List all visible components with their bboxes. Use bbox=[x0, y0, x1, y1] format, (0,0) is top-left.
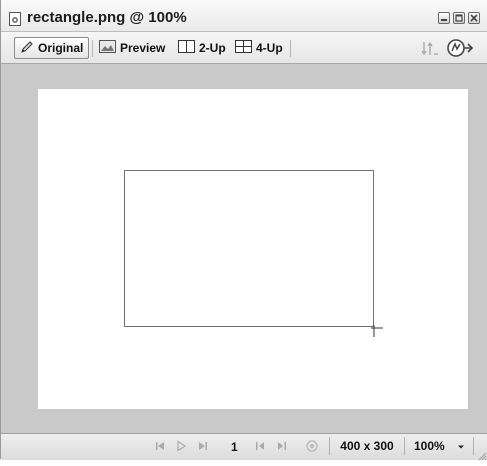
document-canvas[interactable] bbox=[38, 89, 468, 409]
previous-frame-icon[interactable] bbox=[253, 439, 267, 453]
two-up-icon bbox=[178, 40, 195, 56]
image-dimensions: 400 x 300 bbox=[329, 437, 405, 455]
tab-label: 4-Up bbox=[256, 41, 283, 55]
title-bar[interactable]: rectangle.png @ 100% bbox=[1, 0, 487, 32]
zoom-value: 100% bbox=[414, 439, 445, 453]
tab-original[interactable]: Original bbox=[14, 37, 90, 59]
pencil-icon bbox=[20, 40, 34, 57]
tab-label: Original bbox=[38, 41, 84, 55]
maximize-button[interactable] bbox=[453, 12, 465, 24]
canvas-area[interactable] bbox=[1, 64, 487, 433]
next-frame-icon[interactable] bbox=[275, 439, 289, 453]
first-frame-icon[interactable] bbox=[153, 439, 167, 453]
four-up-icon bbox=[235, 40, 252, 56]
view-toolbar: Original Preview 2-Up 4-Up bbox=[1, 32, 487, 64]
tab-2-up[interactable]: 2-Up bbox=[178, 37, 226, 59]
optimize-icon[interactable] bbox=[421, 41, 439, 61]
export-icon[interactable] bbox=[446, 38, 474, 63]
stop-icon[interactable] bbox=[305, 439, 319, 453]
resize-grip-icon[interactable] bbox=[478, 448, 487, 461]
chevron-down-icon bbox=[457, 439, 465, 453]
tab-label: 2-Up bbox=[199, 41, 226, 55]
status-bar: 1 400 x 300 100% bbox=[1, 433, 487, 461]
toolbar-divider bbox=[92, 40, 93, 57]
minimize-button[interactable] bbox=[438, 12, 450, 24]
last-frame-icon[interactable] bbox=[196, 439, 210, 453]
play-icon[interactable] bbox=[174, 439, 188, 453]
close-button[interactable] bbox=[468, 12, 480, 24]
toolbar-divider bbox=[290, 40, 291, 57]
tab-4-up[interactable]: 4-Up bbox=[235, 37, 283, 59]
zoom-select[interactable]: 100% bbox=[408, 437, 474, 455]
resize-handle-icon[interactable] bbox=[371, 324, 383, 337]
window-title: rectangle.png @ 100% bbox=[27, 9, 187, 26]
rectangle-shape[interactable] bbox=[124, 170, 374, 327]
tab-preview[interactable]: Preview bbox=[99, 37, 165, 59]
tab-label: Preview bbox=[120, 41, 166, 55]
document-window: rectangle.png @ 100% Original Preview 2-… bbox=[0, 0, 487, 461]
image-preview-icon bbox=[99, 40, 116, 56]
current-frame: 1 bbox=[231, 440, 238, 454]
document-icon bbox=[8, 12, 22, 26]
